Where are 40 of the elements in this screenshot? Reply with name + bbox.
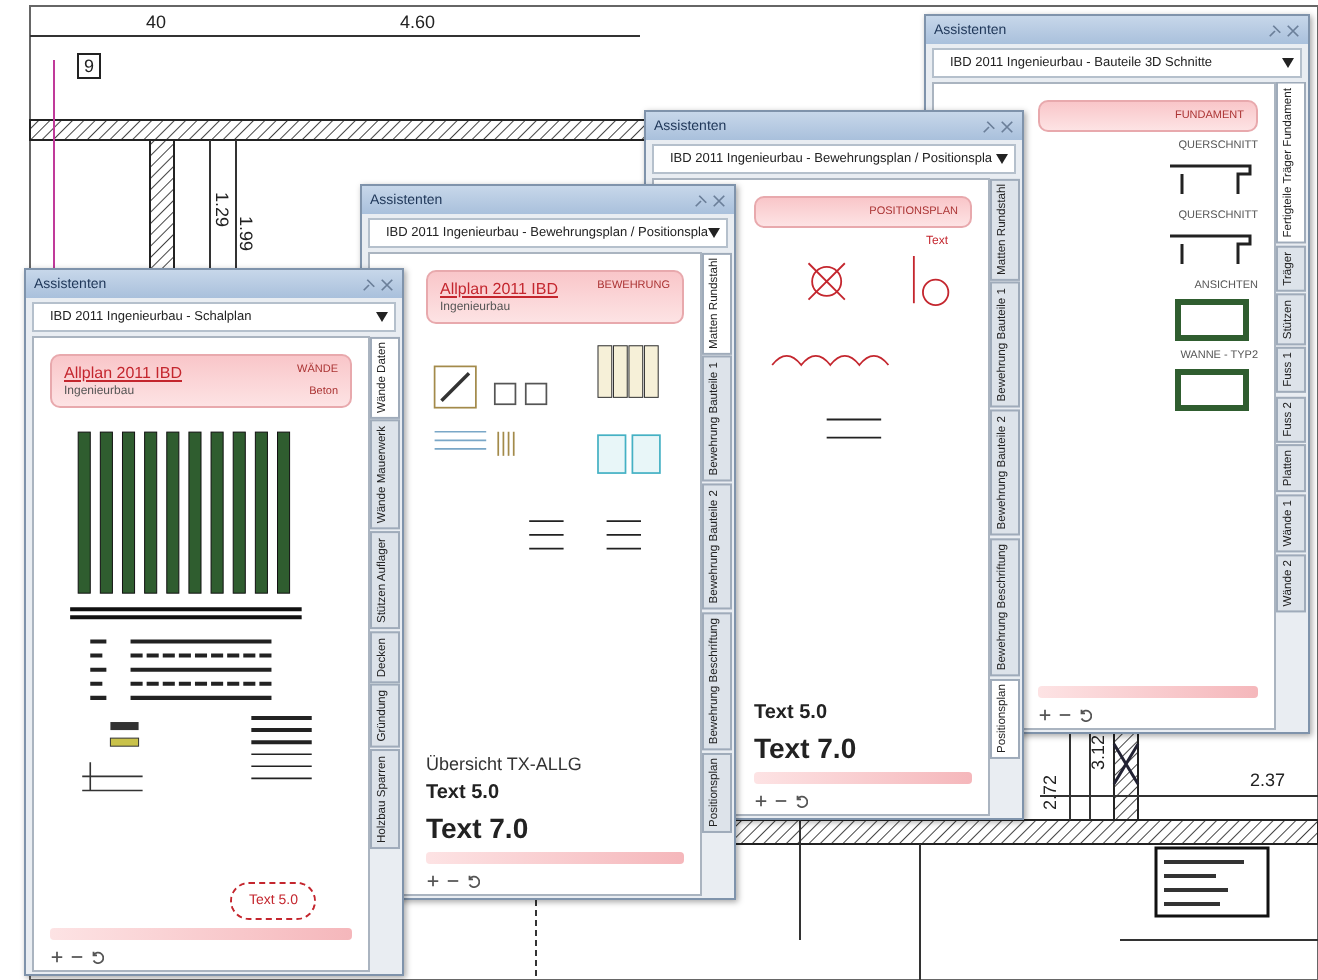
caret-icon [708,228,720,238]
grid-marker-box [77,53,101,79]
close-icon[interactable] [1286,23,1300,37]
dimension-label: 9 [84,56,95,76]
pin-icon[interactable] [982,119,996,133]
caret-icon [376,312,388,322]
dimension-label: 4.60 [400,12,436,32]
caret-icon [1282,58,1294,68]
plus-icon[interactable] [754,794,768,808]
minus-icon[interactable] [446,874,460,888]
plus-icon[interactable] [1038,708,1052,722]
text-sample: Text 5.0 [754,702,829,724]
pin-icon[interactable] [362,277,376,291]
section-heading: Übersicht TX-ALLG [426,754,584,774]
text-sample: Text 7.0 [754,732,859,764]
undo-icon[interactable] [794,794,808,808]
close-icon[interactable] [712,193,726,207]
plus-icon[interactable] [426,874,440,888]
close-icon[interactable] [380,277,394,291]
pin-icon[interactable] [694,193,708,207]
close-icon[interactable] [1000,119,1014,133]
dimension-label: 40 [146,12,167,32]
text-sample: Text 5.0 [426,782,501,804]
card-title: Allplan 2011 IBD [440,280,560,298]
card-title: Allplan 2011 IBD [64,364,184,382]
undo-icon[interactable] [1078,708,1092,722]
minus-icon[interactable] [774,794,788,808]
dimension-label: 1.99 [236,216,256,252]
dimension-label: 2.37 [1250,770,1286,790]
undo-icon[interactable] [90,950,104,964]
undo-icon[interactable] [466,874,480,888]
minus-icon[interactable] [1058,708,1072,722]
dimension-label: 3.12 [1088,734,1108,770]
caret-icon [996,154,1008,164]
plus-icon[interactable] [50,950,64,964]
pin-icon[interactable] [1268,23,1282,37]
dimension-label: 2.72 [1040,774,1060,810]
dimension-label: 1.29 [212,192,232,228]
minus-icon[interactable] [70,950,84,964]
text-sample: Text 7.0 [426,812,531,844]
